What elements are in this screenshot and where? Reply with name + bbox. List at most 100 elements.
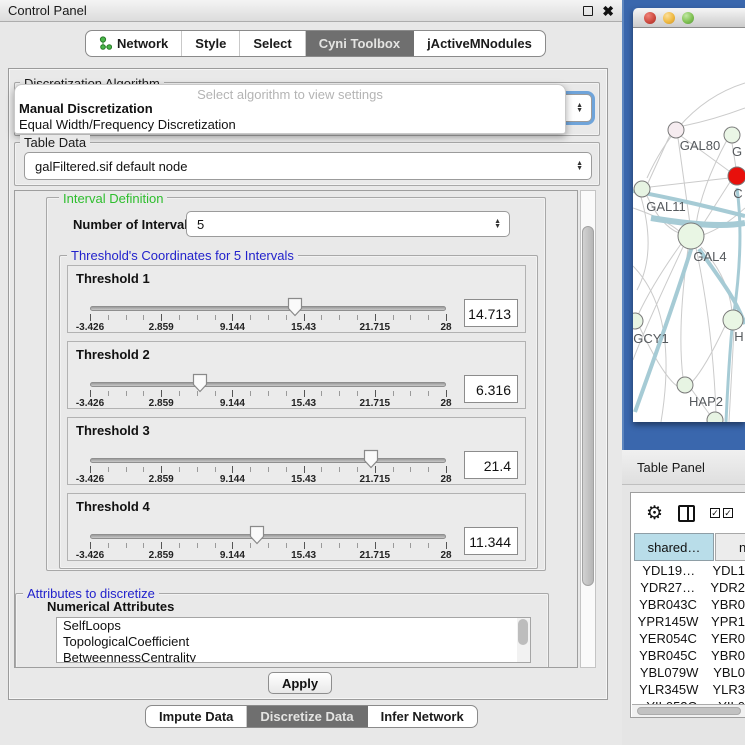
bottom-tab-impute-data[interactable]: Impute Data — [146, 706, 247, 727]
bottom-tab-label: Impute Data — [159, 709, 233, 724]
scale-label: 28 — [440, 474, 451, 485]
dropdown-option-manual[interactable]: Manual Discretization — [15, 101, 565, 117]
close-icon[interactable]: ✖ — [602, 6, 614, 16]
table-row[interactable]: YPR145WYPR1 — [632, 613, 745, 630]
tick-mark — [215, 543, 216, 548]
network-edge[interactable] — [683, 108, 745, 126]
scale-label: 28 — [440, 398, 451, 409]
attribute-list-item[interactable]: BetweennessCentrality — [57, 650, 530, 663]
tick-mark — [357, 391, 358, 396]
split-columns-icon[interactable] — [678, 505, 695, 522]
network-window-titlebar[interactable] — [633, 8, 745, 28]
attribute-list-item[interactable]: TopologicalCoefficient — [57, 634, 530, 650]
checkbox-icon[interactable]: ✓ — [723, 508, 733, 518]
threshold-slider-track[interactable] — [90, 382, 446, 387]
network-edge[interactable] — [696, 248, 716, 414]
network-node-c[interactable] — [728, 167, 745, 185]
tab-select[interactable]: Select — [240, 31, 305, 56]
tick-mark — [108, 391, 109, 396]
tick-mark — [179, 315, 180, 320]
spinner-icon: ▲▼ — [494, 219, 501, 229]
network-node-gal80[interactable] — [668, 122, 684, 138]
tab-style[interactable]: Style — [182, 31, 240, 56]
column-visibility-icons[interactable]: ✓ ✓ — [710, 508, 733, 518]
table-hscrollbar[interactable] — [632, 704, 745, 717]
minimize-traffic-light-icon[interactable] — [663, 12, 675, 24]
dropdown-option-equal-width[interactable]: Equal Width/Frequency Discretization — [15, 117, 565, 133]
scale-label: -3.426 — [76, 322, 104, 333]
threshold-slider-track[interactable] — [90, 458, 446, 463]
tick-mark — [126, 467, 127, 472]
tab-label: Select — [253, 36, 291, 51]
bottom-tab-discretize-data[interactable]: Discretize Data — [247, 706, 367, 727]
tick-mark — [393, 467, 394, 472]
network-edge[interactable] — [648, 135, 670, 183]
network-node-gal11[interactable] — [634, 181, 650, 197]
network-node-g[interactable] — [724, 127, 740, 143]
tick-mark — [215, 391, 216, 396]
threshold-value-field[interactable]: 14.713 — [464, 299, 518, 327]
tab-network[interactable]: Network — [86, 31, 182, 56]
table-row[interactable]: YBL079WYBL0 — [632, 664, 745, 681]
tick-mark — [321, 467, 322, 472]
tick-mark — [446, 542, 447, 549]
table-row[interactable]: YDL19…YDL1 — [632, 562, 745, 579]
threshold-slider-track[interactable] — [90, 306, 446, 311]
settings-scrollbar[interactable] — [580, 190, 596, 668]
table-hscrollbar-thumb[interactable] — [637, 707, 741, 715]
table-row[interactable]: YER054CYER0 — [632, 630, 745, 647]
tick-mark — [143, 315, 144, 320]
table-cell-name: YBR0 — [704, 647, 745, 664]
network-edge[interactable] — [650, 178, 729, 187]
bottom-tab-label: Infer Network — [381, 709, 464, 724]
tab-cyni-toolbox[interactable]: Cyni Toolbox — [306, 31, 414, 56]
scale-label: 15.43 — [291, 550, 316, 561]
node-table-rows[interactable]: YDL19…YDL1YDR27…YDR2YBR043CYBR0YPR145WYP… — [632, 562, 745, 704]
tick-mark — [161, 542, 162, 549]
network-node-gal4[interactable] — [678, 223, 704, 249]
gear-icon[interactable]: ⚙ — [646, 504, 663, 523]
column-header-name[interactable]: na — [715, 533, 745, 561]
scale-label: 9.144 — [220, 322, 245, 333]
network-canvas[interactable]: GAL80GCGAL11GAL4GCY1HHAP2 — [633, 28, 745, 422]
bottom-tab-infer-network[interactable]: Infer Network — [368, 706, 477, 727]
settings-scrollbar-thumb[interactable] — [582, 226, 594, 586]
checkbox-icon[interactable]: ✓ — [710, 508, 720, 518]
threshold-slider-track[interactable] — [90, 534, 446, 539]
attributes-scrollbar[interactable] — [517, 618, 530, 662]
network-heavy-edge[interactable] — [734, 188, 740, 313]
threshold-value-field[interactable]: 21.4 — [464, 451, 518, 479]
network-graph[interactable]: GAL80GCGAL11GAL4GCY1HHAP2 — [633, 28, 745, 422]
network-node-gcy1[interactable] — [633, 313, 643, 329]
table-data-combo[interactable]: galFiltered.sif default node ▲▼ — [24, 152, 592, 180]
network-node-label: HAP2 — [689, 394, 723, 409]
attribute-list-item[interactable]: SelfLoops — [57, 618, 530, 634]
threshold-value-field[interactable]: 11.344 — [464, 527, 518, 555]
network-node-h[interactable] — [723, 310, 743, 330]
table-row[interactable]: YLR345WYLR3 — [632, 681, 745, 698]
zoom-traffic-light-icon[interactable] — [682, 12, 694, 24]
threshold-slider-thumb[interactable] — [363, 449, 379, 469]
tick-mark — [446, 390, 447, 397]
intervals-combo[interactable]: 5 ▲▼ — [186, 211, 510, 237]
scale-label: 9.144 — [220, 398, 245, 409]
threshold-slider-thumb[interactable] — [249, 525, 265, 545]
table-row[interactable]: YDR27…YDR2 — [632, 579, 745, 596]
scale-label: 9.144 — [220, 550, 245, 561]
threshold-value-field[interactable]: 6.316 — [464, 375, 518, 403]
close-traffic-light-icon[interactable] — [644, 12, 656, 24]
float-window-icon[interactable] — [583, 6, 593, 16]
attributes-scrollbar-thumb[interactable] — [518, 619, 528, 645]
threshold-slider-thumb[interactable] — [192, 373, 208, 393]
numerical-attributes-list[interactable]: SelfLoopsTopologicalCoefficientBetweenne… — [56, 617, 531, 663]
tab-jactivemnodules[interactable]: jActiveMNodules — [414, 31, 545, 56]
network-edge[interactable] — [692, 326, 725, 382]
network-node-hap2[interactable] — [677, 377, 693, 393]
table-row[interactable]: YBR045CYBR0 — [632, 647, 745, 664]
column-header-shared[interactable]: shared… — [634, 533, 714, 561]
threshold-slider-thumb[interactable] — [287, 297, 303, 317]
table-row[interactable]: YBR043CYBR0 — [632, 596, 745, 613]
scale-label: 2.859 — [149, 398, 174, 409]
tick-mark — [250, 391, 251, 396]
apply-button[interactable]: Apply — [268, 672, 332, 694]
